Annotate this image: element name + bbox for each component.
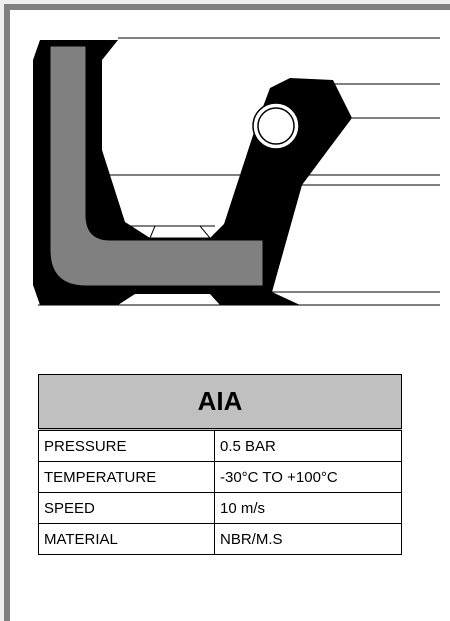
table-row: MATERIAL NBR/M.S (38, 523, 402, 555)
lip-notch (149, 225, 212, 239)
spec-label: MATERIAL (38, 523, 215, 555)
spec-label: SPEED (38, 492, 215, 524)
table-row: TEMPERATURE -30°C TO +100°C (38, 461, 402, 493)
spec-label: PRESSURE (38, 429, 215, 462)
spec-value: NBR/M.S (214, 523, 402, 555)
spec-label: TEMPERATURE (38, 461, 215, 493)
table-row: PRESSURE 0.5 BAR (38, 429, 402, 462)
spec-value: 0.5 BAR (214, 429, 402, 462)
spec-value: 10 m/s (214, 492, 402, 524)
garter-spring-inner (257, 107, 295, 145)
spec-table: AIA PRESSURE 0.5 BAR TEMPERATURE -30°C T… (38, 374, 402, 555)
seal-type-title: AIA (38, 374, 402, 431)
spec-value: -30°C TO +100°C (214, 461, 402, 493)
metal-case (49, 45, 264, 287)
table-row: SPEED 10 m/s (38, 492, 402, 524)
